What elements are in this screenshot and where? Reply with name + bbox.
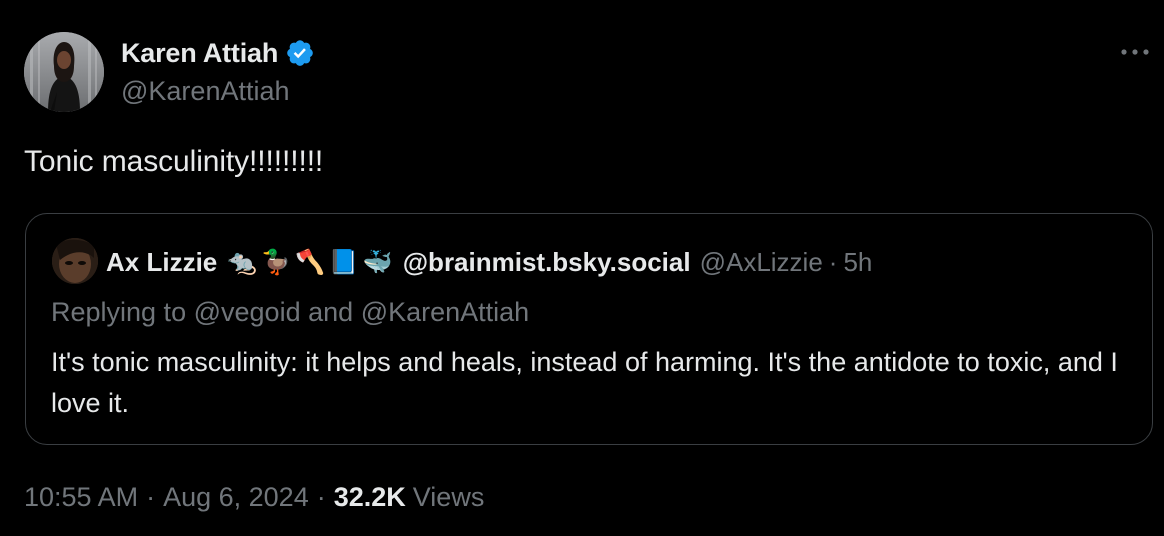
quote-author-avatar[interactable] bbox=[52, 238, 98, 284]
reply-mention-vegoid[interactable]: @vegoid bbox=[194, 297, 301, 327]
quote-author-name[interactable]: Ax Lizzie bbox=[106, 247, 217, 278]
replying-to-label: Replying to bbox=[51, 297, 187, 327]
replying-and-label: and bbox=[308, 297, 354, 327]
tweet-time[interactable]: 10:55 AM bbox=[24, 482, 138, 513]
quote-bsky-handle: @brainmist.bsky.social bbox=[402, 246, 691, 277]
meta-separator-2: · bbox=[316, 482, 326, 512]
author-name-row[interactable]: Karen Attiah bbox=[121, 36, 315, 70]
more-options-button[interactable] bbox=[1118, 40, 1152, 64]
meta-separator: · bbox=[146, 482, 156, 512]
quote-author-handle[interactable]: @AxLizzie bbox=[700, 247, 823, 278]
quote-avatar-photo bbox=[52, 238, 98, 284]
views-label[interactable]: Views bbox=[413, 482, 485, 513]
quote-text: It's tonic masculinity: it helps and hea… bbox=[51, 347, 1118, 418]
views-count[interactable]: 32.2K bbox=[334, 482, 406, 513]
author-handle[interactable]: @KarenAttiah bbox=[121, 76, 290, 107]
duck-icon: 🦆 bbox=[261, 248, 292, 276]
more-dots-icon bbox=[1121, 49, 1149, 55]
quoted-tweet-card[interactable]: Ax Lizzie 🐀 🦆 🪓 📘 🐳 @brainmist.bsky.soci… bbox=[25, 213, 1153, 445]
tweet: Karen Attiah @KarenAttiah Tonic masculin… bbox=[0, 0, 1164, 536]
verified-badge-icon bbox=[285, 38, 315, 68]
tweet-meta: 10:55 AM · Aug 6, 2024 · 32.2K Views bbox=[24, 482, 484, 513]
rat-icon: 🐀 bbox=[227, 248, 258, 276]
quote-timestamp[interactable]: 5h bbox=[843, 247, 872, 278]
tweet-text: Tonic masculinity!!!!!!!!! bbox=[24, 145, 324, 178]
avatar-photo bbox=[24, 32, 104, 112]
author-avatar[interactable] bbox=[24, 32, 104, 112]
author-name[interactable]: Karen Attiah bbox=[121, 38, 278, 69]
book-icon: 📘 bbox=[328, 248, 359, 276]
quote-header: Ax Lizzie 🐀 🦆 🪓 📘 🐳 @brainmist.bsky.soci… bbox=[106, 244, 872, 280]
quote-replying-to: Replying to @vegoid and @KarenAttiah bbox=[51, 297, 529, 328]
tweet-date[interactable]: Aug 6, 2024 bbox=[163, 482, 309, 513]
quote-name-emojis: 🐀 🦆 🪓 📘 🐳 bbox=[227, 248, 392, 277]
quote-separator: · bbox=[828, 246, 838, 277]
whale-icon: 🐳 bbox=[362, 248, 393, 276]
hammer-axe-icon: 🪓 bbox=[295, 248, 325, 276]
reply-mention-karenattiah[interactable]: @KarenAttiah bbox=[361, 297, 530, 327]
